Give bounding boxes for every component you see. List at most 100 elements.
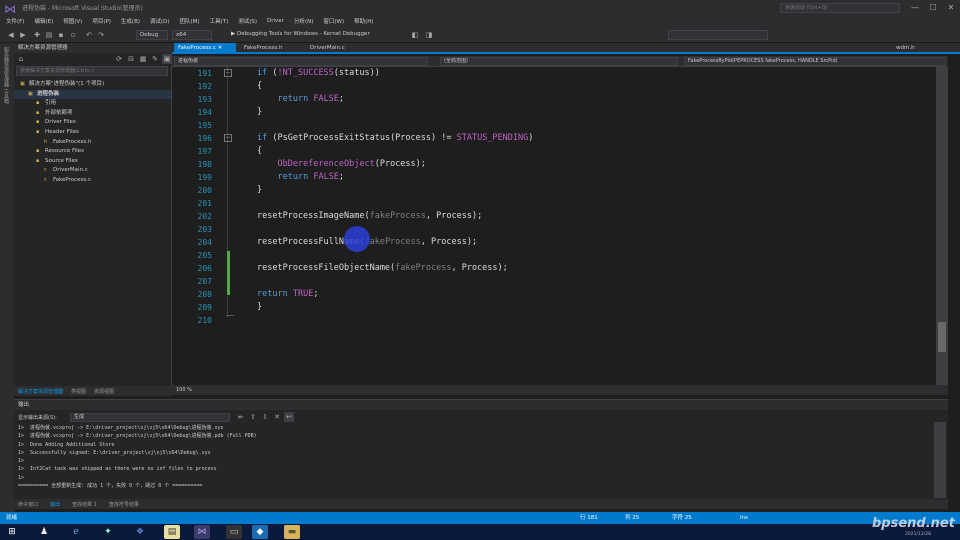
app-icon[interactable]: ✦ — [100, 525, 116, 539]
tree-item[interactable]: ▪ Driver Files — [14, 118, 172, 128]
tree-item[interactable]: ▪ Source Files — [14, 157, 172, 167]
tab-resource-view[interactable]: 资源视图 — [94, 388, 114, 395]
code-line[interactable]: if (!NT_SUCCESS(status)) — [257, 67, 380, 80]
tab-wdm-h[interactable]: wdm.h — [892, 43, 932, 54]
minimize-button[interactable]: — — [906, 0, 924, 15]
menu-project[interactable]: 项目(P) — [92, 17, 111, 25]
scope-dropdown[interactable]: (全局范围) — [440, 57, 678, 66]
tab-find-symbol-results[interactable]: 查找符号结果 — [105, 501, 139, 508]
tree-item[interactable]: ▪ 引用 — [14, 99, 172, 109]
home-icon[interactable]: ⌂ — [16, 54, 26, 64]
menu-team[interactable]: 团队(M) — [180, 17, 200, 25]
project-dropdown[interactable]: 进程伪装 — [174, 57, 428, 66]
toolbar-icon-b[interactable]: ◨ — [424, 30, 434, 40]
maximize-button[interactable]: ☐ — [924, 0, 942, 15]
tree-item[interactable]: ▪ 外部依赖项 — [14, 109, 172, 119]
menu-view[interactable]: 视图(V) — [63, 17, 82, 25]
prev-message-icon[interactable]: ⇧ — [248, 412, 258, 422]
tree-item[interactable]: ▪ Header Files — [14, 128, 172, 138]
function-dropdown[interactable]: FakeProcessByPid(PEPROCESS fakeProcess, … — [684, 57, 946, 66]
tree-item[interactable]: ▣ 解决方案"进程伪装"(1 个项目) — [14, 80, 172, 90]
config-select[interactable]: Debug — [136, 30, 168, 40]
quick-launch-input[interactable]: 快速启动 (Ctrl+Q) — [780, 3, 900, 13]
show-all-icon[interactable]: ▦ — [138, 54, 148, 64]
clear-all-icon[interactable]: ✕ — [272, 412, 282, 422]
code-line[interactable]: { — [257, 145, 262, 158]
tab-output[interactable]: 输出 — [46, 501, 60, 508]
visual-studio-task-icon[interactable]: ⋈ — [194, 525, 210, 539]
left-tool-strip[interactable]: 服务器资源管理器 工具箱 — [0, 43, 14, 513]
tree-item[interactable]: ▪ Resource Files — [14, 147, 172, 157]
collapse-toggle-icon[interactable]: − — [224, 69, 232, 77]
tab-fakeprocess-h[interactable]: FakeProcess.h — [240, 43, 302, 54]
menu-build[interactable]: 生成(B) — [121, 17, 140, 25]
word-wrap-icon[interactable]: ↩ — [284, 412, 294, 422]
code-line[interactable]: resetProcessImageName(fakeProcess, Proce… — [257, 210, 482, 223]
save-all-icon[interactable]: ▫ — [68, 30, 78, 40]
code-line[interactable]: if (PsGetProcessExitStatus(Process) != S… — [257, 132, 533, 145]
forward-icon[interactable]: ▶ — [18, 30, 28, 40]
tree-item[interactable]: c FakeProcess.c — [14, 176, 172, 186]
redo-icon[interactable]: ↷ — [96, 30, 106, 40]
code-line[interactable]: } — [257, 184, 262, 197]
tab-solution-explorer[interactable]: 解决方案资源管理器 — [18, 388, 63, 395]
properties-icon[interactable]: ✎ — [150, 54, 160, 64]
save-icon[interactable]: ▪ — [56, 30, 66, 40]
folder-icon[interactable]: ▬ — [284, 525, 300, 539]
zoom-level[interactable]: 100 % — [176, 387, 192, 393]
platform-select[interactable]: x64 — [172, 30, 212, 40]
menu-file[interactable]: 文件(F) — [6, 17, 24, 25]
menu-driver[interactable]: Driver — [267, 18, 284, 24]
qq-icon[interactable]: ♟ — [36, 525, 52, 539]
menu-analyze[interactable]: 分析(N) — [294, 17, 313, 25]
tab-fakeprocess-c[interactable]: FakeProcess.c ✕ — [174, 43, 236, 54]
output-vertical-scrollbar[interactable] — [934, 422, 946, 498]
menu-debug[interactable]: 调试(D) — [150, 17, 170, 25]
tree-item[interactable]: h FakeProcess.h — [14, 138, 172, 148]
code-line[interactable]: { — [257, 80, 262, 93]
explorer-icon[interactable]: ❖ — [132, 525, 148, 539]
server-explorer-tab[interactable]: 服务器资源管理器 工具箱 — [3, 47, 10, 104]
code-line[interactable]: return TRUE; — [257, 288, 318, 301]
next-message-icon[interactable]: ⇩ — [260, 412, 270, 422]
output-source-select[interactable]: 生成 — [70, 413, 230, 422]
menu-tools[interactable]: 工具(T) — [210, 17, 229, 25]
notepad-icon[interactable]: ▤ — [164, 525, 180, 539]
terminal-icon[interactable]: ▭ — [226, 525, 242, 539]
menu-help[interactable]: 帮助(H) — [354, 17, 373, 25]
refresh-icon[interactable]: ⟳ — [114, 54, 124, 64]
preview-icon[interactable]: ▣ — [162, 54, 172, 64]
tab-find-results[interactable]: 查找结果 1 — [68, 501, 97, 508]
code-line[interactable]: } — [257, 106, 262, 119]
solution-search-input[interactable]: 搜索解决方案资源管理器(Ctrl+;) — [16, 66, 168, 76]
start-icon[interactable]: ⊞ — [4, 525, 20, 539]
back-icon[interactable]: ◀ — [6, 30, 16, 40]
tab-command-window[interactable]: 命令窗口 — [14, 501, 38, 508]
code-line[interactable]: return FALSE; — [257, 93, 344, 106]
tree-item[interactable]: ▣ 进程伪装 — [14, 89, 172, 100]
code-line[interactable]: return FALSE; — [257, 171, 344, 184]
editor-scroll-thumb[interactable] — [938, 322, 946, 352]
new-project-icon[interactable]: ✚ — [32, 30, 42, 40]
menu-test[interactable]: 测试(S) — [238, 17, 257, 25]
virtualbox-icon[interactable]: ◆ — [252, 525, 268, 539]
open-file-icon[interactable]: ▤ — [44, 30, 54, 40]
start-debugging-button[interactable]: ▶ Debugging Tools for Windows - Kernel D… — [228, 30, 388, 40]
tab-class-view[interactable]: 类视图 — [71, 388, 86, 395]
tree-item[interactable]: c DriverMain.c — [14, 166, 172, 176]
menu-edit[interactable]: 编辑(E) — [34, 17, 53, 25]
collapse-toggle-icon[interactable]: − — [224, 134, 232, 142]
collapse-icon[interactable]: ⊟ — [126, 54, 136, 64]
menu-window[interactable]: 窗口(W) — [323, 17, 344, 25]
browser-icon[interactable]: ℯ — [68, 525, 84, 539]
find-combo[interactable] — [668, 30, 768, 40]
code-editor[interactable]: − − 191 if (!NT_SUCCESS(status)) 192 {193 r… — [172, 67, 936, 385]
undo-icon[interactable]: ↶ — [84, 30, 94, 40]
find-message-icon[interactable]: ⇤ — [236, 412, 246, 422]
code-line[interactable]: } — [257, 301, 262, 314]
code-line[interactable]: ObDereferenceObject(Process); — [257, 158, 425, 171]
toolbar-icon-a[interactable]: ◧ — [410, 30, 420, 40]
close-button[interactable]: ✕ — [942, 0, 960, 15]
tab-drivermain-c[interactable]: DriverMain.c — [306, 43, 368, 54]
code-line[interactable]: resetProcessFileObjectName(fakeProcess, … — [257, 262, 508, 275]
